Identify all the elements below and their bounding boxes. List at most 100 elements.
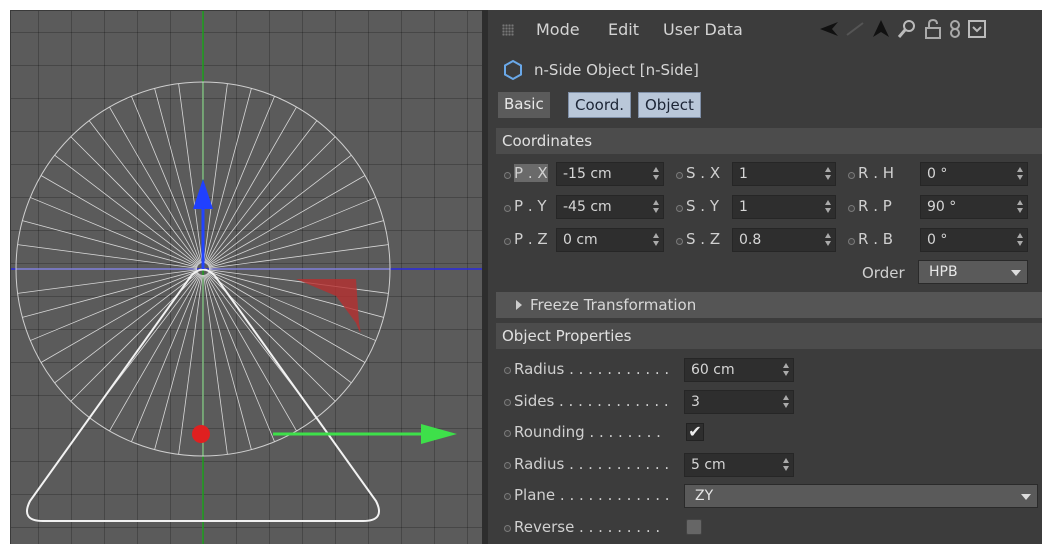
s-y-label: S . Y (686, 197, 719, 215)
radius2-label: Radius . . . . . . . . . . . (514, 455, 670, 473)
disc-spoke (40, 271, 199, 363)
rounding-checkbox[interactable]: ✔ (686, 423, 704, 441)
disc-spoke (17, 244, 198, 269)
disc-spoke (206, 136, 336, 266)
sides-label: Sides . . . . . . . . . . . . (514, 392, 669, 410)
keyframe-dot[interactable] (504, 172, 511, 179)
keyframe-dot[interactable] (504, 367, 511, 374)
keyframe-dot[interactable] (676, 205, 683, 212)
object-title: n-Side Object [n-Side] (534, 61, 699, 79)
disc-spoke (205, 273, 297, 432)
tab-coord[interactable]: Coord. (568, 92, 632, 118)
menu-edit[interactable]: Edit (608, 20, 639, 39)
keyframe-dot[interactable] (676, 238, 683, 245)
disc-spoke (178, 83, 203, 264)
object-properties-header[interactable]: Object Properties (496, 323, 1042, 349)
keyframe-dot[interactable] (848, 172, 855, 179)
disc-spoke (131, 96, 202, 264)
disc-spoke (131, 274, 202, 442)
p-z-label: P . Z (514, 230, 548, 248)
disc-spoke (109, 273, 201, 432)
gizmo-center-dot (192, 425, 210, 443)
gizmo-x-arrowhead (421, 424, 457, 444)
up-arrow-icon[interactable] (870, 18, 892, 40)
s-z-label: S . Z (686, 230, 721, 248)
disc-spoke (204, 96, 275, 264)
keyframe-dot[interactable] (504, 493, 511, 500)
reverse-label: Reverse . . . . . . . . . (514, 518, 661, 536)
menu-bar: Mode Edit User Data (488, 10, 1042, 50)
keyframe-dot[interactable] (676, 172, 683, 179)
r-h-label: R . H (858, 164, 895, 182)
keyframe-dot[interactable] (504, 430, 511, 437)
r-b-field[interactable]: 0 ° (920, 228, 1028, 252)
rounding-radius-field[interactable]: 5 cm (684, 453, 794, 477)
object-title-row: n-Side Object [n-Side] (488, 55, 1042, 85)
attribute-manager: Mode Edit User Data n-Side Object [n-Sid… (488, 10, 1042, 544)
gizmo-y-arrowhead (193, 179, 213, 209)
freeze-transformation-label: Freeze Transformation (530, 296, 697, 314)
r-p-field[interactable]: 90 ° (920, 195, 1028, 219)
p-z-field[interactable]: 0 cm (556, 228, 664, 252)
search-icon[interactable] (896, 18, 918, 40)
radius-field[interactable]: 60 cm (684, 358, 794, 382)
reverse-checkbox[interactable] (686, 519, 702, 535)
p-x-label: P . X (514, 164, 548, 182)
menu-user-data[interactable]: User Data (663, 20, 743, 39)
rounding-label: Rounding . . . . . . . . (514, 423, 661, 441)
expand-arrow-icon (516, 300, 522, 310)
plane-label: Plane . . . . . . . . . . . . (514, 486, 670, 504)
grip-icon[interactable] (502, 24, 514, 36)
order-label: Order (862, 264, 905, 282)
forward-arrow-icon[interactable] (844, 18, 866, 40)
back-arrow-icon[interactable] (818, 18, 840, 40)
p-y-field[interactable]: -45 cm (556, 195, 664, 219)
n-side-object-icon (504, 59, 522, 81)
disc-spoke (207, 175, 366, 267)
keyframe-dot[interactable] (848, 238, 855, 245)
s-y-field[interactable]: 1 (732, 195, 836, 219)
viewport-3d[interactable] (10, 10, 483, 544)
plane-dropdown[interactable]: ZY (684, 484, 1038, 508)
tab-basic[interactable]: Basic (498, 92, 550, 118)
expand-icon[interactable] (966, 18, 988, 40)
s-x-field[interactable]: 1 (732, 162, 836, 186)
order-dropdown[interactable]: HPB (918, 260, 1028, 284)
disc-spoke (208, 244, 389, 269)
sides-field[interactable]: 3 (684, 390, 794, 414)
s-z-field[interactable]: 0.8 (732, 228, 836, 252)
r-h-field[interactable]: 0 ° (920, 162, 1028, 186)
radius-label: Radius . . . . . . . . . . . (514, 360, 670, 378)
disc-spoke (205, 106, 297, 265)
disc-spoke (208, 269, 389, 294)
disc-spoke (17, 269, 198, 294)
p-y-label: P . Y (514, 197, 547, 215)
freeze-transformation-toggle[interactable]: Freeze Transformation (496, 292, 1042, 318)
disc-spoke (203, 274, 228, 455)
keyframe-dot[interactable] (848, 205, 855, 212)
s-x-label: S . X (686, 164, 721, 182)
r-b-label: R . B (858, 230, 894, 248)
disc-spoke (109, 106, 201, 265)
viewport-scene (11, 11, 483, 544)
disc-spoke (30, 197, 198, 268)
link-icon[interactable] (944, 18, 966, 40)
keyframe-dot[interactable] (504, 205, 511, 212)
keyframe-dot[interactable] (504, 462, 511, 469)
disc-spoke (40, 175, 199, 267)
disc-spoke (208, 197, 376, 268)
rotation-band (296, 279, 361, 332)
tab-object[interactable]: Object (638, 92, 701, 118)
disc-spoke (203, 83, 228, 264)
coordinates-header[interactable]: Coordinates (496, 128, 1042, 154)
r-p-label: R . P (858, 197, 892, 215)
keyframe-dot[interactable] (504, 525, 511, 532)
p-x-field[interactable]: -15 cm (556, 162, 664, 186)
keyframe-dot[interactable] (504, 399, 511, 406)
disc-spoke (70, 136, 200, 266)
disc-spoke (30, 270, 198, 341)
menu-mode[interactable]: Mode (536, 20, 580, 39)
keyframe-dot[interactable] (504, 238, 511, 245)
lock-icon[interactable] (922, 18, 944, 40)
disc-spoke (204, 274, 275, 442)
